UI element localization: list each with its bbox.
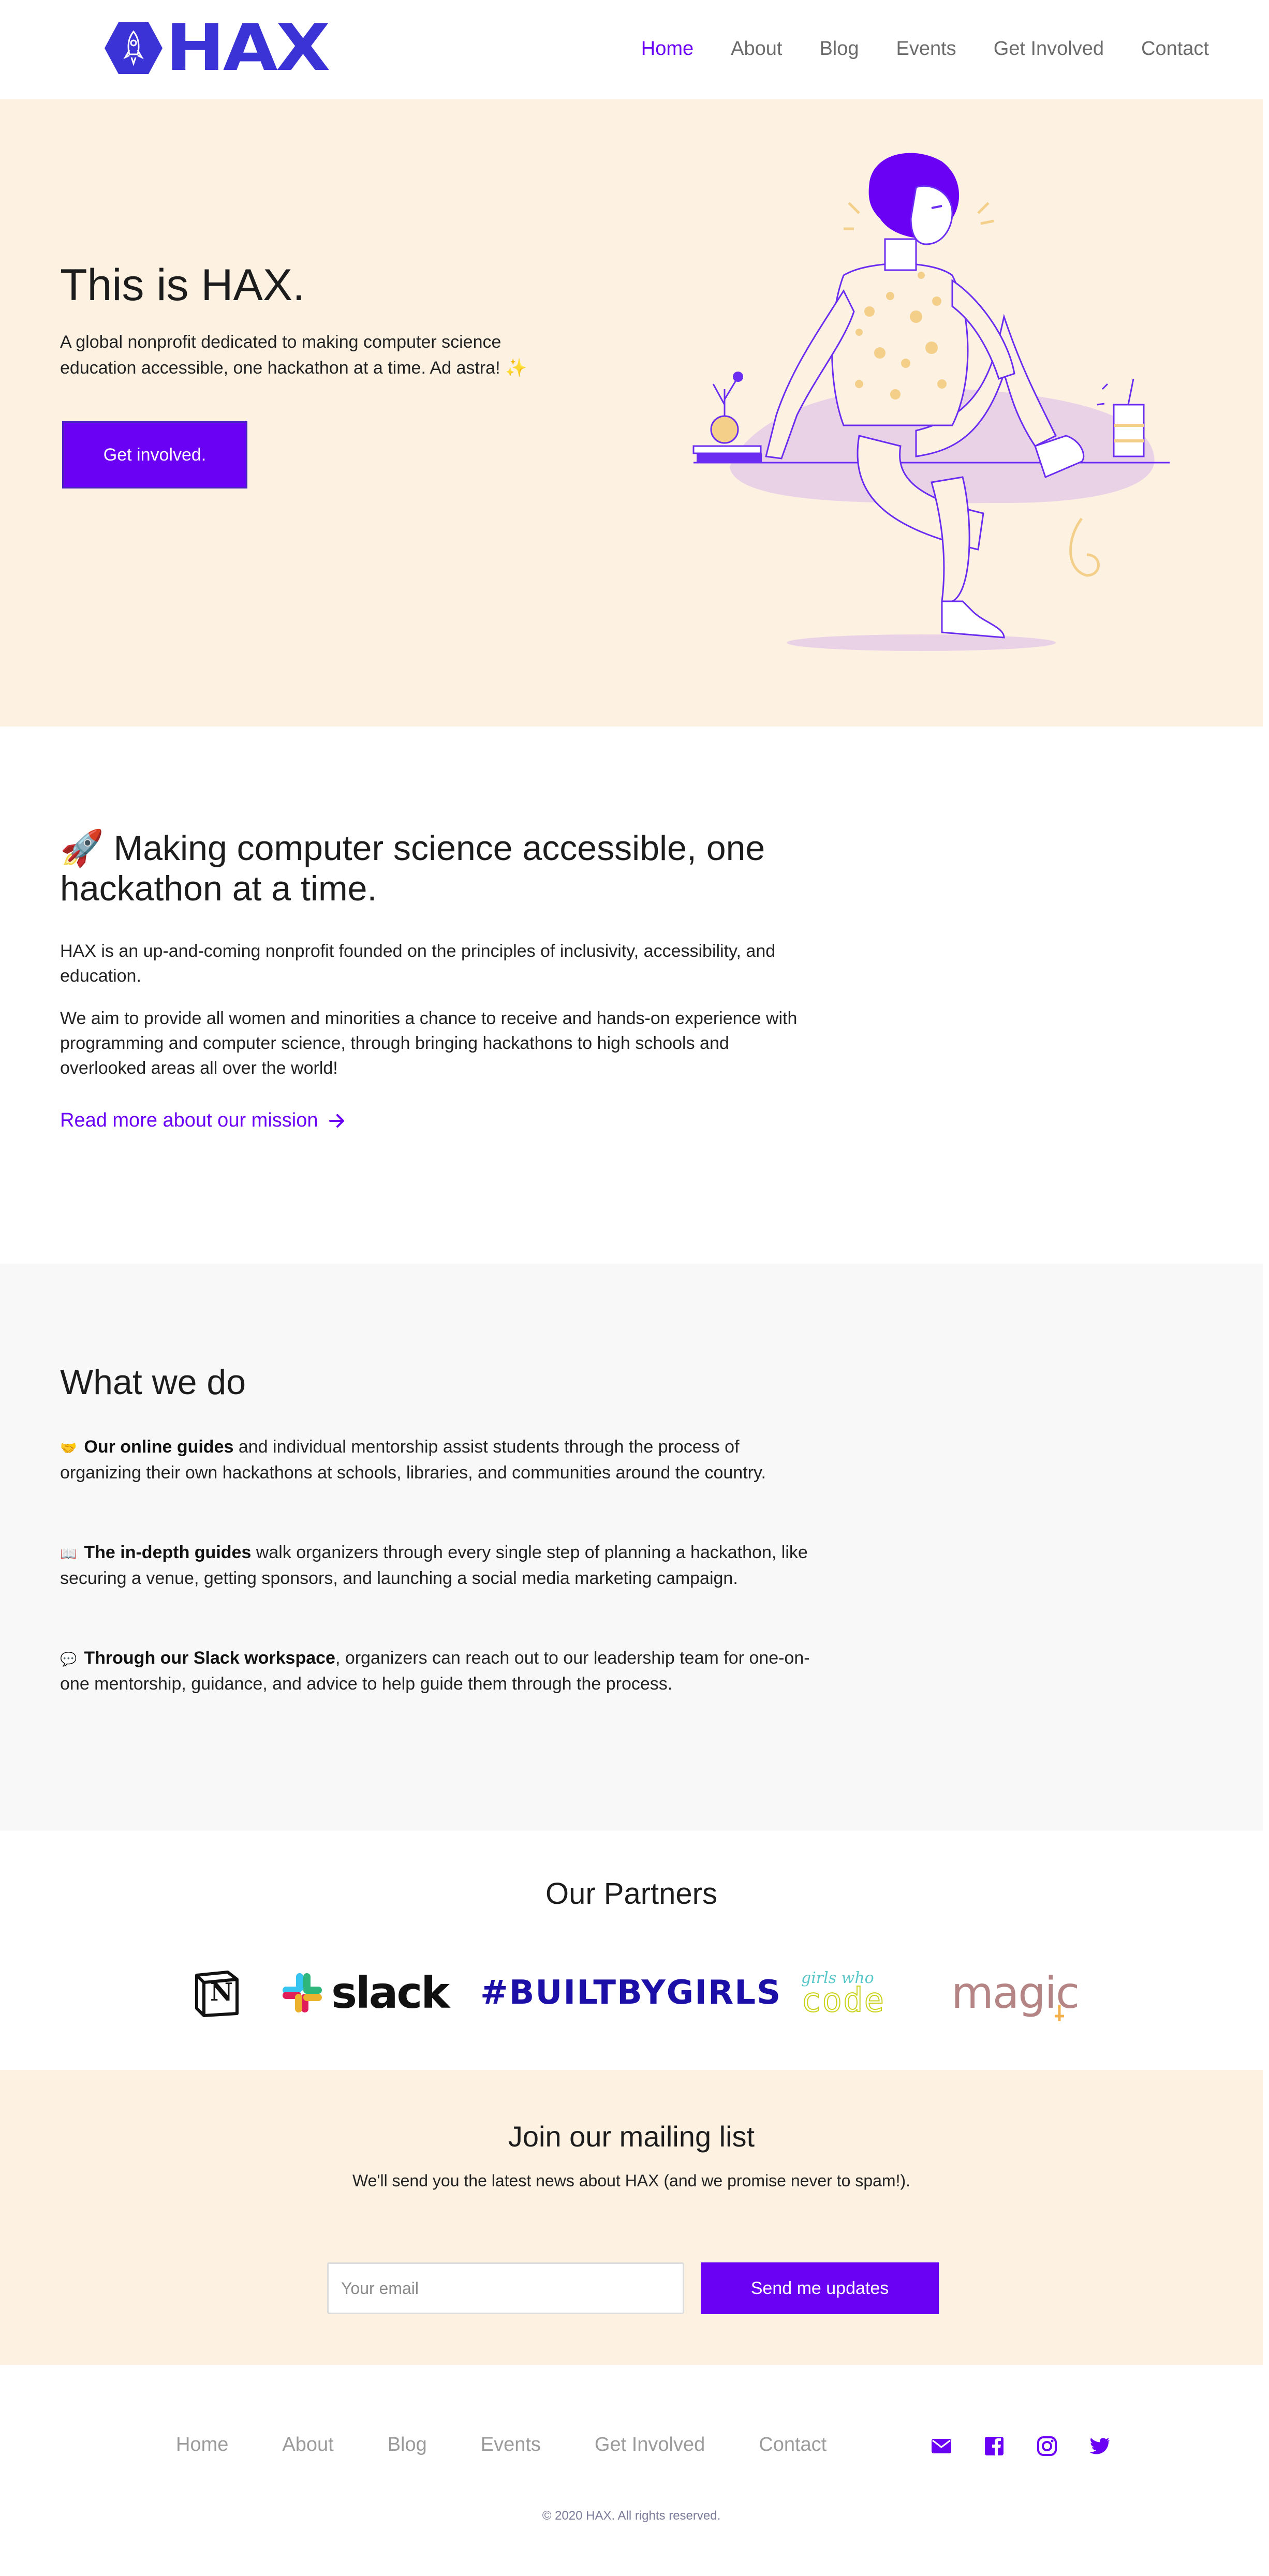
logo-text: HAX: [166, 11, 330, 85]
nav-link-home[interactable]: Home: [641, 33, 693, 64]
venus-symbol-icon: [1055, 2005, 1065, 2021]
footer-link-get-involved[interactable]: Get Involved: [595, 2429, 705, 2460]
partners-section: Our Partners N slack #BUILTBYGIRLS girls…: [0, 1831, 1269, 2070]
what-we-do-item: 📖 The in-depth guides walk organizers thr…: [60, 1540, 816, 1591]
nav-link-get-involved[interactable]: Get Involved: [994, 33, 1104, 64]
footer-links: Home About Blog Events Get Involved Cont…: [176, 2429, 827, 2460]
twitter-icon[interactable]: [1089, 2435, 1111, 2457]
nav-link-about[interactable]: About: [731, 33, 782, 64]
handshake-icon: 🤝: [60, 1440, 77, 1456]
top-nav: HAX Home About Blog Events Get Involved …: [0, 0, 1269, 99]
send-updates-button[interactable]: Send me updates: [701, 2262, 939, 2314]
what-we-do-item: 💬 Through our Slack workspace, organizers…: [60, 1646, 816, 1696]
rocket-icon: 🚀: [60, 828, 104, 868]
hero-subtitle: A global nonprofit dedicated to making c…: [60, 332, 527, 378]
book-icon: 📖: [60, 1546, 77, 1561]
partner-girls-who-code-logo[interactable]: girls who code: [801, 1964, 885, 2021]
mailing-list-subtitle: We'll send you the latest news about HAX…: [352, 2171, 911, 2190]
mailing-list-title: Join our mailing list: [508, 2120, 755, 2153]
nav-link-blog[interactable]: Blog: [819, 33, 859, 64]
hero-title: This is HAX.: [60, 260, 305, 310]
footer-link-blog[interactable]: Blog: [388, 2429, 427, 2460]
mailing-list-section: Join our mailing list We'll send you the…: [0, 2070, 1263, 2365]
mission-paragraph-2: We aim to provide all women and minoriti…: [60, 1009, 798, 1078]
footer-link-about[interactable]: About: [282, 2429, 333, 2460]
footer-link-home[interactable]: Home: [176, 2429, 228, 2460]
mission-title: 🚀 Making computer science accessible, on…: [60, 828, 836, 909]
footer: Home About Blog Events Get Involved Cont…: [0, 2365, 1269, 2576]
what-we-do-item-bold: Our online guides: [84, 1437, 234, 1457]
what-we-do-item: 🤝 Our online guides and individual mentor…: [60, 1434, 816, 1485]
copyright: © 2020 HAX. All rights reserved.: [542, 2509, 721, 2523]
partners-title: Our Partners: [545, 1877, 717, 1911]
partner-notion-logo[interactable]: N: [191, 1964, 241, 2021]
hax-logo[interactable]: HAX: [104, 16, 330, 80]
slack-logo-text: slack: [331, 1967, 450, 2018]
get-involved-button[interactable]: Get involved.: [62, 421, 247, 488]
read-more-mission-link[interactable]: Read more about our mission: [60, 1109, 346, 1132]
what-we-do-title: What we do: [60, 1363, 246, 1402]
rocket-hexagon-icon: [105, 22, 163, 74]
email-icon[interactable]: [931, 2435, 952, 2457]
what-we-do-item-bold: Through our Slack workspace: [84, 1648, 335, 1668]
what-we-do-item-bold: The in-depth guides: [84, 1543, 252, 1562]
builtbygirls-logo-text: #BUILTBYGIRLS: [480, 1974, 782, 2012]
hero-section: This is HAX. A global nonprofit dedicate…: [0, 99, 1263, 727]
what-we-do-section: What we do 🤝 Our online guides and indivi…: [0, 1264, 1263, 1831]
mission-section: 🚀 Making computer science accessible, on…: [0, 727, 1269, 1264]
mission-title-text: Making computer science accessible, one …: [60, 828, 765, 908]
footer-link-events[interactable]: Events: [481, 2429, 541, 2460]
partner-slack-logo[interactable]: slack: [281, 1964, 450, 2021]
woman-sitting-illustration: [692, 153, 1170, 651]
partner-builtbygirls-logo[interactable]: #BUILTBYGIRLS: [480, 1964, 781, 2021]
arrow-right-icon: [329, 1114, 345, 1128]
read-more-mission-label: Read more about our mission: [60, 1109, 318, 1131]
speech-bubble-icon: 💬: [60, 1651, 77, 1667]
notion-logo-letter: N: [210, 1978, 233, 2007]
facebook-icon[interactable]: [983, 2435, 1005, 2457]
slack-logo-icon: [283, 1973, 322, 2012]
nav-link-events[interactable]: Events: [896, 33, 956, 64]
nav-links: Home About Blog Events Get Involved Cont…: [641, 33, 1209, 64]
email-input[interactable]: [327, 2262, 684, 2314]
social-icons: [931, 2435, 1111, 2457]
mission-paragraph-1: HAX is an up-and-coming nonprofit founde…: [60, 941, 776, 986]
partner-magic-logo[interactable]: magic: [951, 1964, 1080, 2021]
footer-link-contact[interactable]: Contact: [759, 2429, 827, 2460]
girls-who-code-bottom-text: code: [801, 1981, 886, 2020]
nav-link-contact[interactable]: Contact: [1141, 33, 1209, 64]
instagram-icon[interactable]: [1036, 2435, 1058, 2457]
